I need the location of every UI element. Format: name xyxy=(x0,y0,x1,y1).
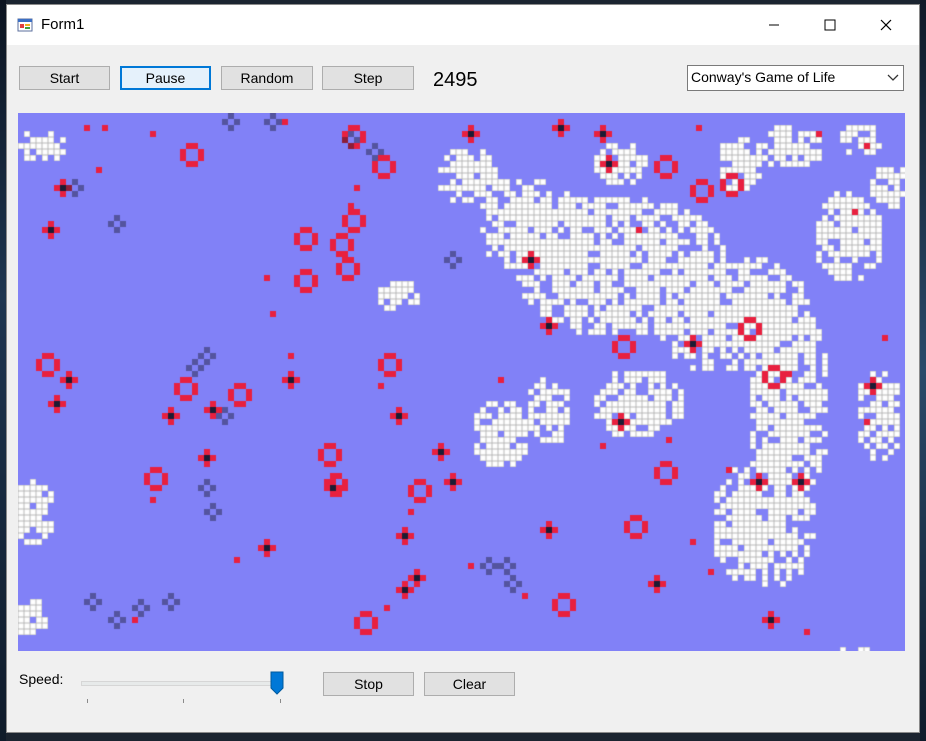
speed-slider[interactable] xyxy=(77,671,292,707)
stop-button[interactable]: Stop xyxy=(323,672,414,696)
start-button[interactable]: Start xyxy=(19,66,110,90)
generation-counter: 2495 xyxy=(433,69,478,91)
pattern-select-value: Conway's Game of Life xyxy=(691,69,836,85)
slider-tick xyxy=(183,699,184,703)
window-title: Form1 xyxy=(41,16,85,33)
speed-slider-track xyxy=(81,681,283,686)
chevron-down-icon xyxy=(887,74,899,81)
step-button[interactable]: Step xyxy=(322,66,414,90)
maximize-button[interactable] xyxy=(807,5,853,45)
title-bar[interactable]: Form1 xyxy=(7,5,919,45)
speed-slider-thumb[interactable] xyxy=(270,671,284,695)
pattern-select[interactable]: Conway's Game of Life xyxy=(687,65,904,91)
random-button[interactable]: Random xyxy=(221,66,313,90)
maximize-icon xyxy=(824,19,836,31)
pause-button[interactable]: Pause xyxy=(120,66,211,90)
close-button[interactable] xyxy=(863,5,909,45)
app-form-icon xyxy=(17,18,33,32)
minimize-button[interactable] xyxy=(751,5,797,45)
slider-tick xyxy=(87,699,88,703)
app-window: Form1 Start Pause Random Step 2495 Conwa… xyxy=(6,4,920,733)
close-icon xyxy=(880,19,892,31)
slider-tick xyxy=(280,699,281,703)
clear-button[interactable]: Clear xyxy=(424,672,515,696)
life-board[interactable] xyxy=(18,113,905,651)
life-canvas[interactable] xyxy=(18,113,905,651)
speed-label: Speed: xyxy=(19,671,64,687)
desktop-edge-right xyxy=(920,0,926,741)
minimize-icon xyxy=(769,24,779,26)
